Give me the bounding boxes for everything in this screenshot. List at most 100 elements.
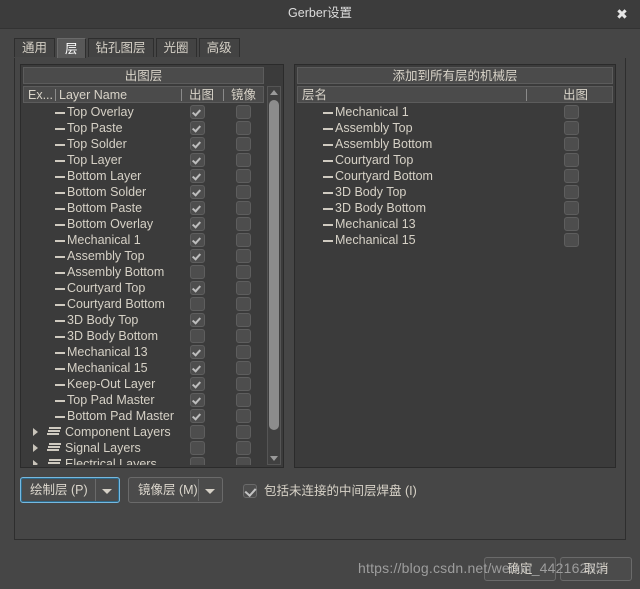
layer-row[interactable]: Assembly Bottom: [297, 136, 613, 152]
mirror-checkbox[interactable]: [236, 169, 251, 183]
mirror-checkbox[interactable]: [236, 217, 251, 231]
layer-row[interactable]: Bottom Paste: [23, 200, 264, 216]
plot-checkbox[interactable]: [564, 121, 579, 135]
mirror-checkbox[interactable]: [236, 121, 251, 135]
mirror-checkbox[interactable]: [236, 377, 251, 391]
plot-checkbox[interactable]: [190, 121, 205, 135]
plot-checkbox[interactable]: [190, 281, 205, 295]
layer-group-row[interactable]: Signal Layers: [23, 440, 264, 456]
plot-checkbox[interactable]: [190, 137, 205, 151]
plot-checkbox[interactable]: [564, 105, 579, 119]
layer-row[interactable]: Mechanical 15: [23, 360, 264, 376]
expand-triangle-icon[interactable]: [33, 428, 38, 436]
layer-row[interactable]: Courtyard Top: [23, 280, 264, 296]
layer-row[interactable]: Top Paste: [23, 120, 264, 136]
layer-row[interactable]: Mechanical 13: [23, 344, 264, 360]
plot-checkbox[interactable]: [190, 313, 205, 327]
layer-row[interactable]: Keep-Out Layer: [23, 376, 264, 392]
layer-group-row[interactable]: Component Layers: [23, 424, 264, 440]
tab-4[interactable]: 高级: [198, 38, 240, 57]
layer-row[interactable]: Courtyard Top: [297, 152, 613, 168]
plot-checkbox[interactable]: [564, 233, 579, 247]
mirror-checkbox[interactable]: [236, 105, 251, 119]
layer-row[interactable]: Bottom Overlay: [23, 216, 264, 232]
mirror-checkbox[interactable]: [236, 233, 251, 247]
layer-row[interactable]: Bottom Layer: [23, 168, 264, 184]
mechanical-layers-list[interactable]: Mechanical 1 Assembly Top Assembly Bottom C…: [297, 104, 613, 465]
plot-checkbox[interactable]: [564, 137, 579, 151]
tab-3[interactable]: 光圈: [155, 38, 197, 57]
layer-row[interactable]: Assembly Top: [23, 248, 264, 264]
mirror-checkbox[interactable]: [236, 345, 251, 359]
mirror-checkbox[interactable]: [236, 361, 251, 375]
plot-checkbox[interactable]: [190, 377, 205, 391]
mirror-checkbox[interactable]: [236, 409, 251, 423]
expand-triangle-icon[interactable]: [33, 460, 38, 465]
plot-checkbox[interactable]: [190, 201, 205, 215]
plot-layers-dropdown-button[interactable]: 绘制层 (P): [20, 477, 120, 503]
layer-row[interactable]: Bottom Pad Master: [23, 408, 264, 424]
layer-row[interactable]: 3D Body Bottom: [23, 328, 264, 344]
layer-row[interactable]: Assembly Top: [297, 120, 613, 136]
plot-checkbox[interactable]: [190, 361, 205, 375]
mirror-checkbox[interactable]: [236, 249, 251, 263]
mirror-checkbox[interactable]: [236, 281, 251, 295]
plot-checkbox[interactable]: [190, 169, 205, 183]
plot-checkbox[interactable]: [190, 153, 205, 167]
mirror-checkbox[interactable]: [236, 329, 251, 343]
layer-row[interactable]: 3D Body Bottom: [297, 200, 613, 216]
close-icon[interactable]: ✖: [610, 3, 634, 25]
layer-row[interactable]: Top Layer: [23, 152, 264, 168]
layer-row[interactable]: 3D Body Top: [23, 312, 264, 328]
layer-row[interactable]: Top Solder: [23, 136, 264, 152]
plot-checkbox[interactable]: [190, 249, 205, 263]
mirror-checkbox[interactable]: [236, 297, 251, 311]
layer-group-row[interactable]: Electrical Layers: [23, 456, 264, 465]
mirror-checkbox[interactable]: [236, 201, 251, 215]
mirror-checkbox[interactable]: [236, 441, 251, 455]
plot-layers-scrollbar[interactable]: [267, 86, 281, 465]
layer-row[interactable]: Mechanical 1: [297, 104, 613, 120]
plot-checkbox[interactable]: [190, 105, 205, 119]
mirror-checkbox[interactable]: [236, 313, 251, 327]
mirror-checkbox[interactable]: [236, 457, 251, 465]
chevron-down-icon[interactable]: [205, 489, 215, 494]
plot-layers-list[interactable]: Top Overlay Top Paste Top Solder Top Layer B…: [23, 104, 264, 465]
layer-row[interactable]: 3D Body Top: [297, 184, 613, 200]
tab-2[interactable]: 钻孔图层: [87, 38, 154, 57]
tab-1[interactable]: 层: [57, 38, 86, 59]
plot-checkbox[interactable]: [564, 217, 579, 231]
layer-row[interactable]: Bottom Solder: [23, 184, 264, 200]
layer-row[interactable]: Courtyard Bottom: [23, 296, 264, 312]
plot-checkbox[interactable]: [190, 329, 205, 343]
mirror-checkbox[interactable]: [236, 393, 251, 407]
layer-row[interactable]: Top Overlay: [23, 104, 264, 120]
scroll-up-arrow-icon[interactable]: [268, 87, 280, 99]
scrollbar-thumb[interactable]: [269, 100, 279, 430]
layer-row[interactable]: Courtyard Bottom: [297, 168, 613, 184]
plot-checkbox[interactable]: [190, 217, 205, 231]
tab-0[interactable]: 通用: [14, 38, 56, 57]
layer-row[interactable]: Top Pad Master: [23, 392, 264, 408]
layer-row[interactable]: Mechanical 1: [23, 232, 264, 248]
chevron-down-icon[interactable]: [102, 489, 112, 494]
plot-checkbox[interactable]: [564, 169, 579, 183]
plot-checkbox[interactable]: [190, 393, 205, 407]
layer-row[interactable]: Assembly Bottom: [23, 264, 264, 280]
plot-checkbox[interactable]: [190, 345, 205, 359]
scroll-down-arrow-icon[interactable]: [268, 452, 280, 464]
mirror-layers-dropdown-button[interactable]: 镜像层 (M): [128, 477, 223, 503]
mirror-checkbox[interactable]: [236, 153, 251, 167]
expand-triangle-icon[interactable]: [33, 444, 38, 452]
plot-checkbox[interactable]: [564, 201, 579, 215]
layer-row[interactable]: Mechanical 15: [297, 232, 613, 248]
plot-checkbox[interactable]: [564, 153, 579, 167]
plot-checkbox[interactable]: [190, 185, 205, 199]
checkbox-box[interactable]: [243, 484, 257, 498]
layer-row[interactable]: Mechanical 13: [297, 216, 613, 232]
plot-checkbox[interactable]: [190, 265, 205, 279]
plot-checkbox[interactable]: [190, 297, 205, 311]
mirror-checkbox[interactable]: [236, 265, 251, 279]
plot-checkbox[interactable]: [190, 409, 205, 423]
mirror-checkbox[interactable]: [236, 185, 251, 199]
